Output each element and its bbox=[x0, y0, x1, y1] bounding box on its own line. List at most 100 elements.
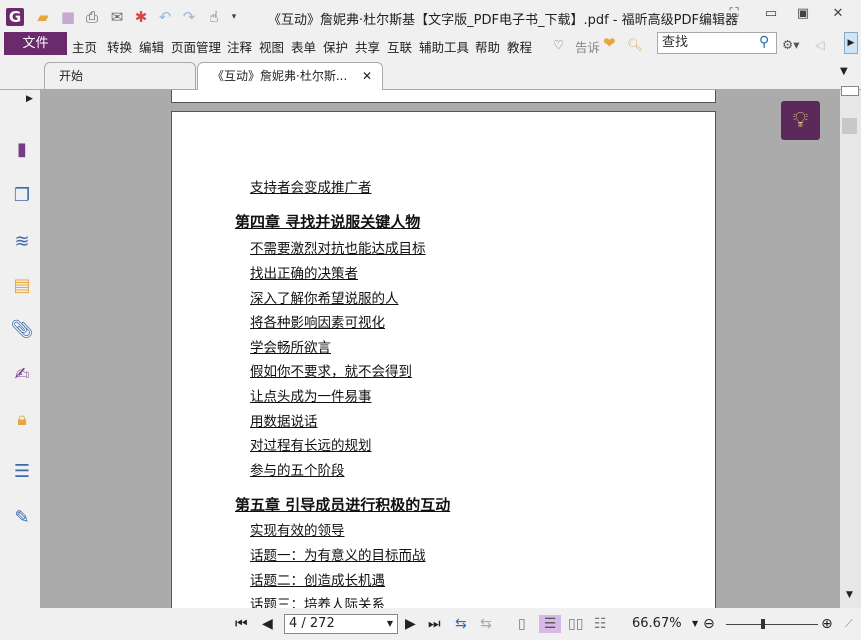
ribbon-right-arrow-button[interactable]: ▶ bbox=[844, 32, 858, 54]
zoom-slider-thumb[interactable] bbox=[760, 619, 765, 629]
redo-icon[interactable]: ↷ bbox=[180, 8, 198, 26]
thumbnails-icon[interactable]: ❐ bbox=[10, 184, 34, 208]
menu-convert[interactable]: 转换 bbox=[107, 37, 132, 56]
expand-panel-icon[interactable]: ▶ bbox=[26, 94, 33, 104]
lightbulb-icon[interactable]: ♡ bbox=[553, 37, 564, 52]
scrollbar-thumb[interactable] bbox=[842, 118, 857, 134]
ribbon-left-arrow-icon[interactable]: ◁ bbox=[815, 37, 825, 52]
continuous-page-icon[interactable]: ☰ bbox=[539, 615, 561, 633]
zoom-slider[interactable] bbox=[726, 624, 818, 625]
maximize-button[interactable]: ▣ bbox=[792, 6, 814, 24]
heart-icon[interactable]: ❤ bbox=[603, 34, 616, 52]
customize-dropdown-icon[interactable]: ▾ bbox=[225, 8, 243, 26]
toc-section-link[interactable]: 实现有效的领导 bbox=[250, 519, 345, 539]
scroll-up-button[interactable] bbox=[841, 86, 859, 96]
next-page-icon[interactable]: ▶ bbox=[405, 615, 416, 633]
facing-page-icon[interactable]: ▯▯ bbox=[568, 615, 583, 633]
menu-share[interactable]: 共享 bbox=[355, 37, 380, 56]
new-document-icon[interactable]: ✱ bbox=[132, 8, 150, 26]
toc-section-link[interactable]: 对过程有长远的规划 bbox=[250, 434, 372, 454]
previous-page bbox=[171, 90, 716, 103]
toc-section-link[interactable]: 话题一：为有意义的目标而战 bbox=[250, 544, 426, 564]
menu-tutorial[interactable]: 教程 bbox=[507, 37, 532, 56]
pages-icon[interactable]: ▮ bbox=[10, 138, 34, 162]
attachments-icon[interactable]: 📎︎ bbox=[10, 318, 34, 342]
vertical-scrollbar[interactable]: ▼ bbox=[840, 86, 861, 608]
toc-section-link[interactable]: 学会畅所欲言 bbox=[250, 336, 331, 356]
page-number-input[interactable]: 4 / 272 ▼ bbox=[284, 614, 398, 634]
previous-page-icon[interactable]: ◀ bbox=[262, 615, 273, 633]
scroll-down-icon[interactable]: ▼ bbox=[846, 590, 853, 600]
close-button[interactable]: ✕ bbox=[827, 6, 849, 24]
hand-tool-icon[interactable]: ☝ bbox=[205, 8, 223, 26]
toc-section-link[interactable]: 支持者会变成推广者 bbox=[250, 176, 372, 196]
comments-icon[interactable]: ▤ bbox=[10, 274, 34, 298]
menu-protect[interactable]: 保护 bbox=[323, 37, 348, 56]
tab-document[interactable]: 《互动》詹妮弗·杜尔斯... ✕ bbox=[197, 62, 383, 90]
document-canvas[interactable]: 支持者会变成推广者第四章 寻找并说服关键人物不需要激烈对抗也能达成目标 找出正确的… bbox=[40, 90, 840, 608]
minimize-button[interactable]: ▭ bbox=[760, 6, 782, 24]
pdf-page: 支持者会变成推广者第四章 寻找并说服关键人物不需要激烈对抗也能达成目标 找出正确的… bbox=[171, 111, 716, 608]
tab-label: 《互动》詹妮弗·杜尔斯... bbox=[212, 69, 348, 83]
fullscreen-icon[interactable]: ⛶ bbox=[723, 6, 745, 24]
email-icon[interactable]: ✉ bbox=[108, 8, 126, 26]
toc-chapter-link[interactable]: 第四章 寻找并说服关键人物 bbox=[235, 211, 420, 232]
menu-help[interactable]: 帮助 bbox=[475, 37, 500, 56]
security-lock-icon[interactable]: 🔒︎ bbox=[10, 408, 34, 432]
folder-search-icon[interactable]: 🔍︎ bbox=[627, 37, 643, 53]
menu-home[interactable]: 主页 bbox=[72, 37, 97, 56]
toc-chapter-link[interactable]: 第五章 引导成员进行积极的互动 bbox=[235, 494, 450, 515]
toc-section-link[interactable]: 假如你不要求，就不会得到 bbox=[250, 360, 412, 380]
menu-view[interactable]: 视图 bbox=[259, 37, 284, 56]
settings-icon[interactable]: ⚙▾ bbox=[782, 37, 799, 52]
signature-icon[interactable]: ✍ bbox=[10, 363, 34, 387]
tab-start[interactable]: 开始 bbox=[44, 62, 196, 89]
toc-section-link[interactable]: 让点头成为一件易事 bbox=[250, 385, 372, 405]
next-view-icon[interactable]: ⇆ bbox=[480, 615, 492, 633]
page-number: 4 / 272 bbox=[289, 616, 335, 631]
file-menu-button[interactable]: 文件 bbox=[4, 32, 67, 55]
form-fields-icon[interactable]: ☰ bbox=[10, 460, 34, 484]
menu-page-management[interactable]: 页面管理 bbox=[171, 37, 221, 56]
toc-section-link[interactable]: 将各种影响因素可视化 bbox=[250, 311, 385, 331]
tell-me[interactable]: 告诉 bbox=[575, 37, 600, 56]
zoom-dropdown-icon[interactable]: ▼ bbox=[692, 615, 698, 633]
resize-grip-icon[interactable]: ⟋ bbox=[845, 615, 853, 633]
open-folder-icon[interactable]: ▰ bbox=[34, 8, 52, 26]
menu-comment[interactable]: 注释 bbox=[227, 37, 252, 56]
page-dropdown-icon[interactable]: ▼ bbox=[387, 615, 393, 633]
single-page-icon[interactable]: ▯ bbox=[518, 615, 526, 633]
tab-list-dropdown-icon[interactable]: ▼ bbox=[840, 66, 848, 77]
close-tab-icon[interactable]: ✕ bbox=[362, 63, 372, 90]
toc-section-link[interactable]: 不需要激烈对抗也能达成目标 bbox=[250, 237, 426, 257]
layers-icon[interactable]: ≋ bbox=[10, 230, 34, 254]
app-logo-icon: G bbox=[6, 8, 24, 26]
toc-section-link[interactable]: 深入了解你希望说服的人 bbox=[250, 287, 399, 307]
zoom-out-icon[interactable]: ⊖ bbox=[703, 615, 715, 633]
toc-section-link[interactable]: 话题三：培养人际关系 bbox=[250, 593, 385, 608]
tab-label: 开始 bbox=[59, 69, 84, 83]
search-icon[interactable]: ⚲ bbox=[759, 34, 769, 50]
left-sidebar: ▶ ▮ ❐ ≋ ▤ 📎︎ ✍ 🔒︎ ☰ ✎ bbox=[0, 90, 40, 608]
toc-section-link[interactable]: 话题二：创造成长机遇 bbox=[250, 569, 385, 589]
menu-accessibility[interactable]: 辅助工具 bbox=[419, 37, 469, 56]
toc-section-link[interactable]: 用数据说话 bbox=[250, 410, 318, 430]
undo-icon[interactable]: ↶ bbox=[156, 8, 174, 26]
previous-view-icon[interactable]: ⇆ bbox=[455, 615, 467, 633]
print-icon[interactable]: ⎙ bbox=[83, 8, 101, 26]
title-bar: G ▰ ■ ⎙ ✉ ✱ ↶ ↷ ☝ ▾ 《互动》詹妮弗·杜尔斯基【文字版_PDF… bbox=[0, 0, 861, 32]
window-title: 《互动》詹妮弗·杜尔斯基【文字版_PDF电子书_下载】.pdf - 福昕高级PD… bbox=[268, 13, 738, 28]
zoom-in-icon[interactable]: ⊕ bbox=[821, 615, 833, 633]
menu-connect[interactable]: 互联 bbox=[387, 37, 412, 56]
zoom-level[interactable]: 66.67% bbox=[632, 615, 682, 633]
save-icon[interactable]: ■ bbox=[59, 8, 77, 26]
first-page-icon[interactable]: ⏮ bbox=[235, 615, 248, 633]
menu-form[interactable]: 表单 bbox=[291, 37, 316, 56]
tips-lightbulb-button[interactable]: 💡︎ bbox=[781, 101, 820, 140]
certificate-icon[interactable]: ✎ bbox=[10, 506, 34, 530]
toc-section-link[interactable]: 参与的五个阶段 bbox=[250, 459, 345, 479]
last-page-icon[interactable]: ⏭ bbox=[428, 615, 441, 633]
menu-edit[interactable]: 编辑 bbox=[139, 37, 164, 56]
continuous-facing-icon[interactable]: ☷ bbox=[594, 615, 607, 633]
toc-section-link[interactable]: 找出正确的决策者 bbox=[250, 262, 358, 282]
